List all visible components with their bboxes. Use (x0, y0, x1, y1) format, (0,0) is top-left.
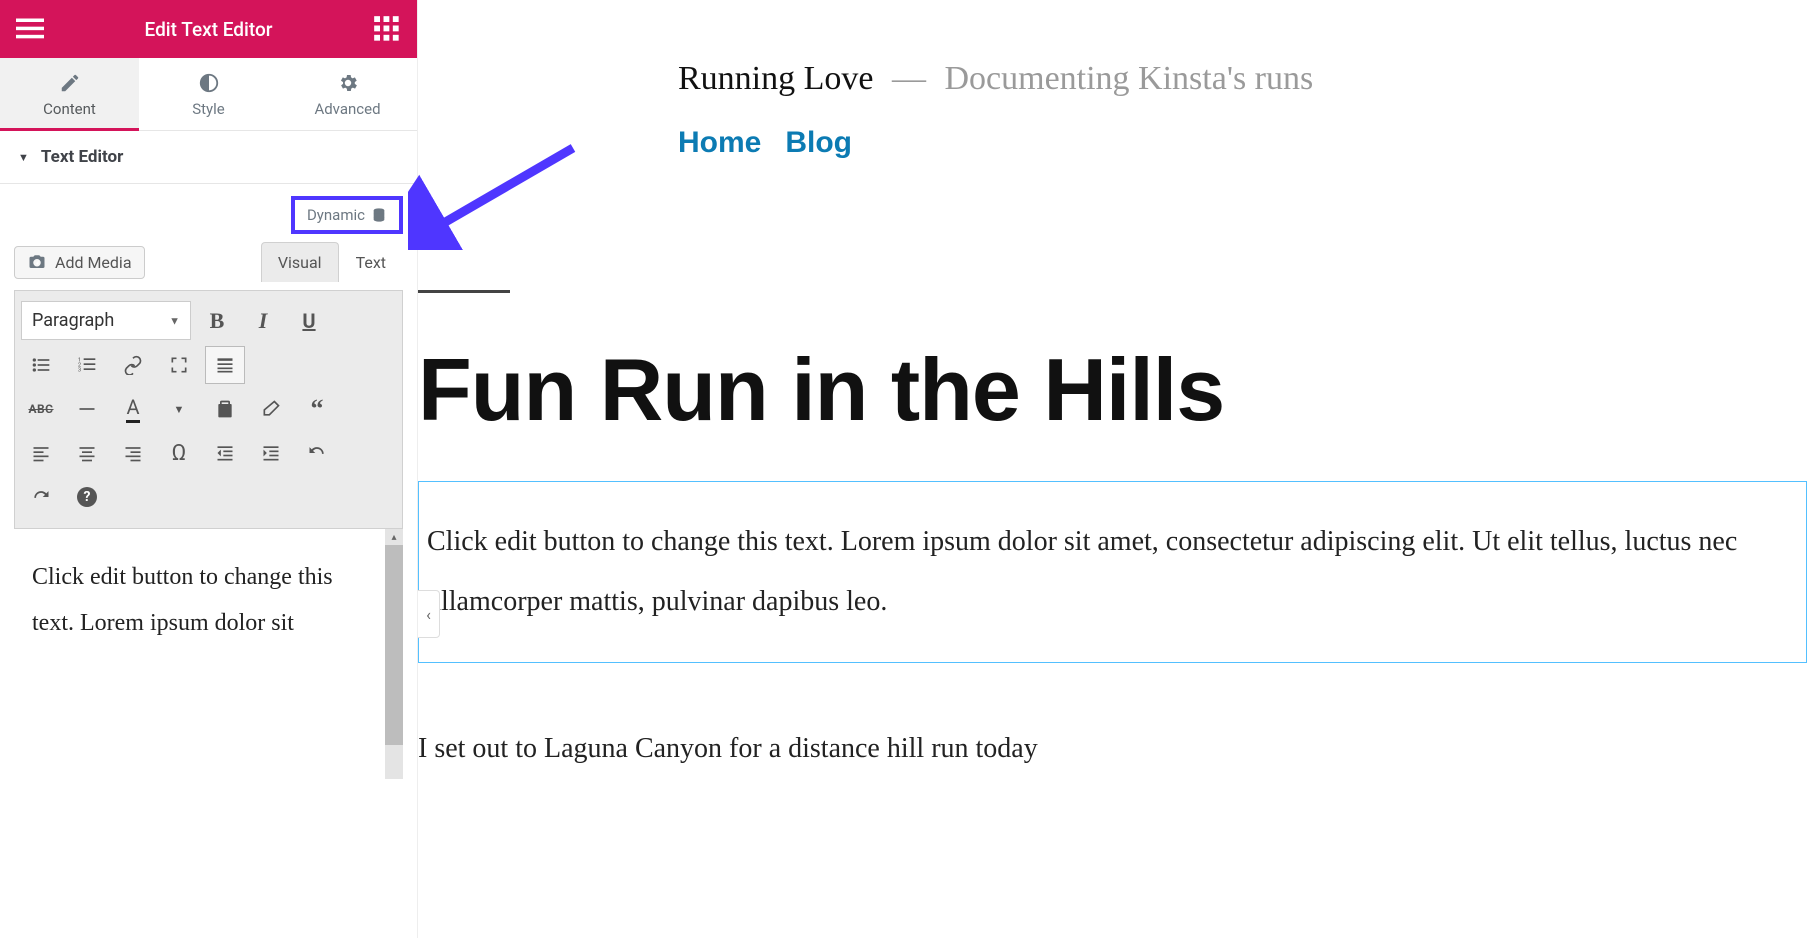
tab-content[interactable]: Content (0, 58, 139, 130)
bullet-list-button[interactable] (21, 346, 61, 384)
dynamic-label: Dynamic (307, 206, 365, 224)
tab-content-label: Content (43, 100, 96, 118)
format-select[interactable]: Paragraph (21, 301, 191, 340)
toolbar-toggle-icon (215, 355, 235, 375)
hr-icon (77, 399, 97, 419)
redo-button[interactable] (21, 478, 61, 516)
strikethrough-button[interactable]: ABC (21, 390, 61, 428)
post-paragraph-2: I set out to Laguna Canyon for a distanc… (418, 733, 1807, 765)
clear-formatting-button[interactable] (251, 390, 291, 428)
link-button[interactable] (113, 346, 153, 384)
contrast-icon (198, 72, 220, 94)
fullscreen-button[interactable] (159, 346, 199, 384)
caret-down-icon: ▼ (18, 151, 29, 164)
tab-style-label: Style (192, 100, 225, 118)
dynamic-row: Dynamic (0, 184, 417, 242)
collapse-sidebar-handle[interactable]: ‹ (418, 590, 440, 638)
section-toggle-text-editor[interactable]: ▼ Text Editor (0, 131, 417, 184)
redo-icon (31, 487, 51, 507)
site-tagline: Documenting Kinsta's runs (944, 60, 1313, 97)
help-button[interactable]: ? (67, 478, 107, 516)
italic-button[interactable]: I (243, 302, 283, 340)
section-title: Text Editor (41, 147, 123, 167)
settings-tabs: Content Style Advanced (0, 58, 417, 131)
visual-tab[interactable]: Visual (261, 242, 339, 282)
indent-icon (261, 443, 281, 463)
camera-music-icon (27, 253, 47, 271)
apps-grid-icon[interactable] (373, 17, 401, 41)
tinymce-toolbar: Paragraph B I U 123 ABC A ▼ “ Ω (14, 290, 403, 529)
gear-icon (337, 72, 359, 94)
svg-text:3: 3 (78, 368, 81, 374)
text-color-button[interactable]: A (113, 390, 153, 428)
numbered-list-icon: 123 (77, 355, 97, 375)
chevron-left-icon: ‹ (426, 605, 431, 624)
hr-button[interactable] (67, 390, 107, 428)
underline-button[interactable]: U (289, 302, 329, 340)
post-title: Fun Run in the Hills (418, 339, 1807, 441)
editor-content[interactable]: Click edit button to change this text. L… (14, 529, 385, 779)
add-media-button[interactable]: Add Media (14, 246, 145, 279)
bold-button[interactable]: B (197, 302, 237, 340)
tab-style[interactable]: Style (139, 58, 278, 130)
align-right-button[interactable] (113, 434, 153, 472)
blockquote-button[interactable]: “ (297, 390, 337, 428)
media-tabs-row: Add Media Visual Text (0, 242, 417, 290)
post-divider (418, 290, 510, 293)
add-media-label: Add Media (55, 253, 132, 272)
bullet-list-icon (31, 355, 51, 375)
nav-home[interactable]: Home (678, 126, 761, 160)
paste-text-button[interactable] (205, 390, 245, 428)
scroll-thumb[interactable] (385, 545, 403, 745)
scroll-up-icon: ▴ (385, 529, 403, 545)
numbered-list-button[interactable]: 123 (67, 346, 107, 384)
special-char-button[interactable]: Ω (159, 434, 199, 472)
visual-text-tabs: Visual Text (261, 242, 403, 282)
sidebar-header: Edit Text Editor (0, 0, 417, 58)
clipboard-icon (215, 399, 235, 419)
text-editor-widget[interactable]: Click edit button to change this text. L… (418, 481, 1807, 663)
tinymce-editor-area: Click edit button to change this text. L… (14, 529, 403, 779)
site-separator: — (892, 60, 926, 97)
sidebar-title: Edit Text Editor (145, 18, 273, 41)
fullscreen-icon (169, 355, 189, 375)
dynamic-tags-button[interactable]: Dynamic (291, 196, 403, 234)
text-color-dropdown[interactable]: ▼ (159, 390, 199, 428)
text-tab[interactable]: Text (339, 242, 403, 282)
site-nav: Home Blog (678, 126, 1807, 160)
undo-button[interactable] (297, 434, 337, 472)
link-icon (123, 355, 143, 375)
tab-advanced-label: Advanced (314, 100, 380, 118)
outdent-icon (215, 443, 235, 463)
editor-scrollbar[interactable]: ▴ (385, 529, 403, 779)
undo-icon (307, 443, 327, 463)
database-icon (371, 207, 387, 223)
tab-advanced[interactable]: Advanced (278, 58, 417, 130)
eraser-icon (261, 399, 281, 419)
align-left-button[interactable] (21, 434, 61, 472)
nav-blog[interactable]: Blog (785, 126, 852, 160)
align-right-icon (123, 443, 143, 463)
align-left-icon (31, 443, 51, 463)
outdent-button[interactable] (205, 434, 245, 472)
preview-canvas: Running Love — Documenting Kinsta's runs… (418, 0, 1807, 938)
hamburger-menu-icon[interactable] (16, 17, 44, 41)
editor-sidebar: Edit Text Editor Content Style Advanced … (0, 0, 418, 938)
indent-button[interactable] (251, 434, 291, 472)
site-title[interactable]: Running Love (678, 60, 873, 97)
align-center-icon (77, 443, 97, 463)
align-center-button[interactable] (67, 434, 107, 472)
toolbar-toggle-button[interactable] (205, 346, 245, 384)
site-header: Running Love — Documenting Kinsta's runs (678, 60, 1807, 98)
post-area: Fun Run in the Hills Click edit button t… (418, 290, 1807, 765)
pencil-icon (59, 72, 81, 94)
